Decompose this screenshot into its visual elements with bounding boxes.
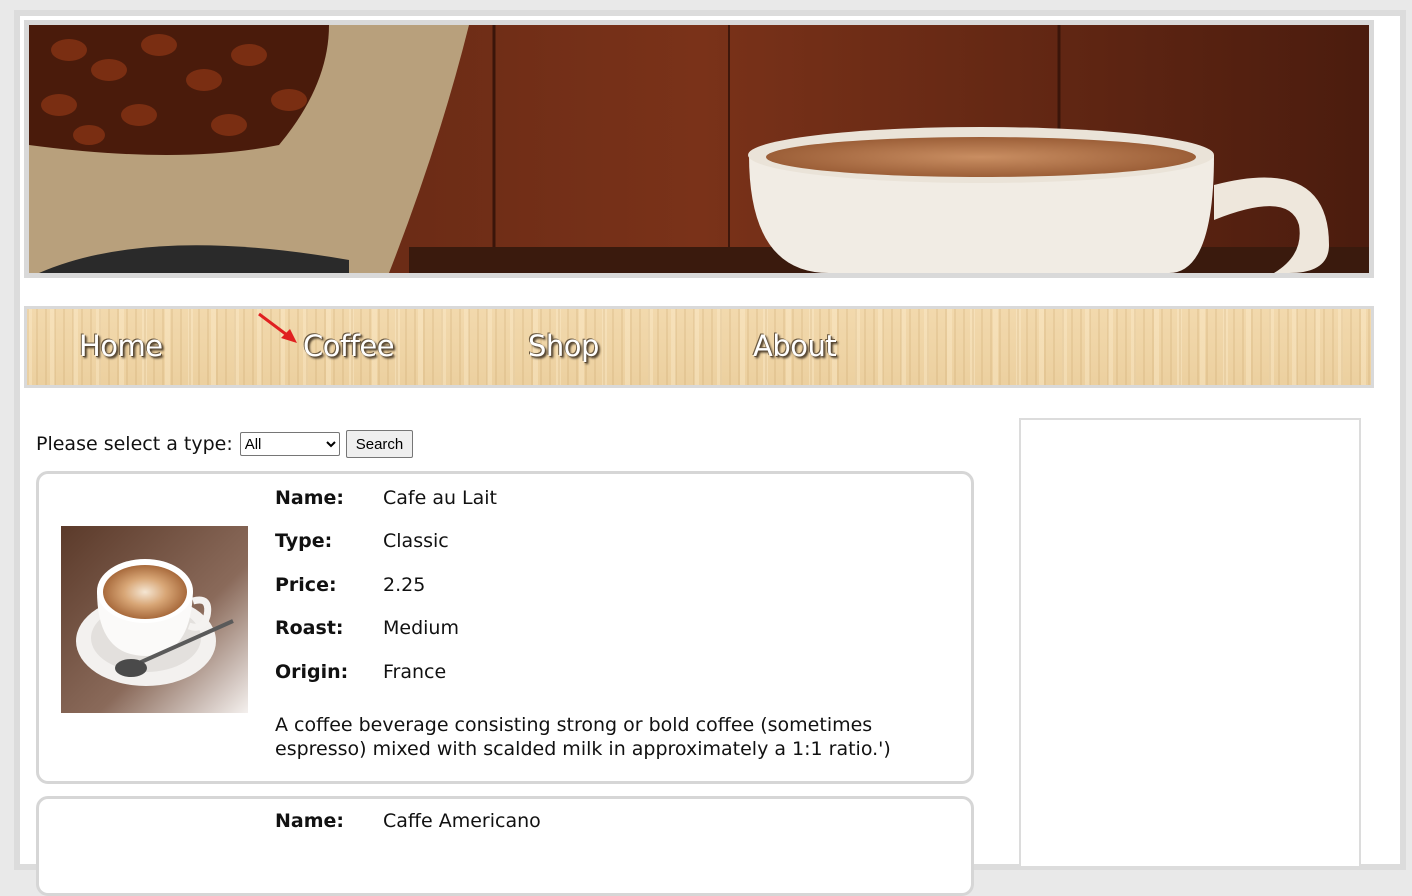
name-label: Name: bbox=[275, 487, 345, 509]
product-price: 2.25 bbox=[383, 574, 426, 596]
red-arrow-icon bbox=[258, 312, 297, 343]
nav-item-home[interactable]: Home bbox=[79, 329, 163, 363]
product-type: Classic bbox=[383, 530, 449, 552]
price-label: Price: bbox=[275, 574, 337, 596]
product-description: A coffee beverage consisting strong or b… bbox=[275, 714, 891, 760]
product-origin: France bbox=[383, 661, 447, 683]
sidebar-panel bbox=[1019, 418, 1361, 868]
origin-label: Origin: bbox=[275, 661, 349, 683]
roast-label: Roast: bbox=[275, 617, 344, 639]
nav-item-shop[interactable]: Shop bbox=[528, 329, 599, 363]
product-card: Name: Cafe au Lait Type: Classic Price: … bbox=[36, 471, 974, 784]
type-select[interactable]: All bbox=[239, 432, 340, 456]
main-nav: Home Coffee Shop About bbox=[24, 306, 1374, 388]
name-label: Name: bbox=[275, 810, 345, 832]
type-label: Type: bbox=[275, 530, 333, 552]
product-card: Name: Caffe Americano bbox=[36, 796, 974, 896]
type-filter: Please select a type: All Search bbox=[36, 430, 414, 458]
product-name: Cafe au Lait bbox=[383, 487, 498, 509]
search-button[interactable]: Search bbox=[345, 430, 414, 458]
nav-item-coffee[interactable]: Coffee bbox=[303, 329, 395, 363]
product-image bbox=[61, 526, 248, 713]
type-filter-label: Please select a type: bbox=[36, 433, 233, 455]
product-roast: Medium bbox=[383, 617, 459, 639]
product-name: Caffe Americano bbox=[383, 810, 541, 832]
header-banner-image bbox=[24, 20, 1374, 278]
nav-item-about[interactable]: About bbox=[753, 329, 837, 363]
